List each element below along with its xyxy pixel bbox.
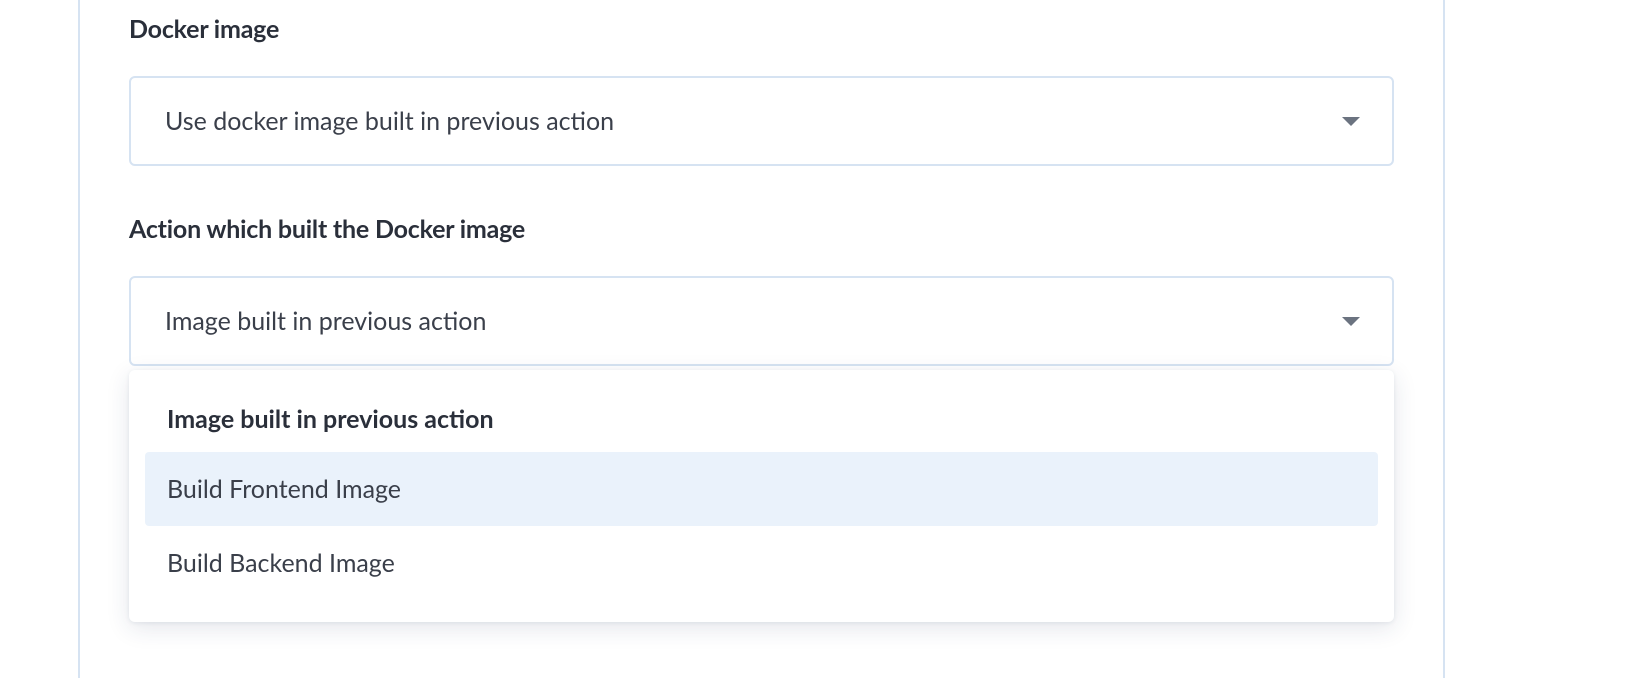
action-built-field: Action which built the Docker image Imag…: [129, 214, 1394, 366]
action-built-select-value: Image built in previous action: [165, 306, 486, 336]
dropdown-group-label: Image built in previous action: [145, 390, 1378, 452]
settings-panel: Docker image Use docker image built in p…: [78, 0, 1445, 678]
caret-down-icon: [1342, 317, 1360, 326]
dropdown-option-build-frontend[interactable]: Build Frontend Image: [145, 452, 1378, 526]
action-built-select[interactable]: Image built in previous action: [129, 276, 1394, 366]
docker-image-label: Docker image: [129, 14, 1394, 44]
docker-image-field: Docker image Use docker image built in p…: [129, 14, 1394, 166]
docker-image-select[interactable]: Use docker image built in previous actio…: [129, 76, 1394, 166]
docker-image-select-value: Use docker image built in previous actio…: [165, 106, 614, 136]
action-built-dropdown-panel: Image built in previous action Build Fro…: [129, 370, 1394, 622]
dropdown-option-build-backend[interactable]: Build Backend Image: [145, 526, 1378, 600]
caret-down-icon: [1342, 117, 1360, 126]
action-built-label: Action which built the Docker image: [129, 214, 1394, 244]
action-built-dropdown-wrap: Image built in previous action Image bui…: [129, 276, 1394, 366]
